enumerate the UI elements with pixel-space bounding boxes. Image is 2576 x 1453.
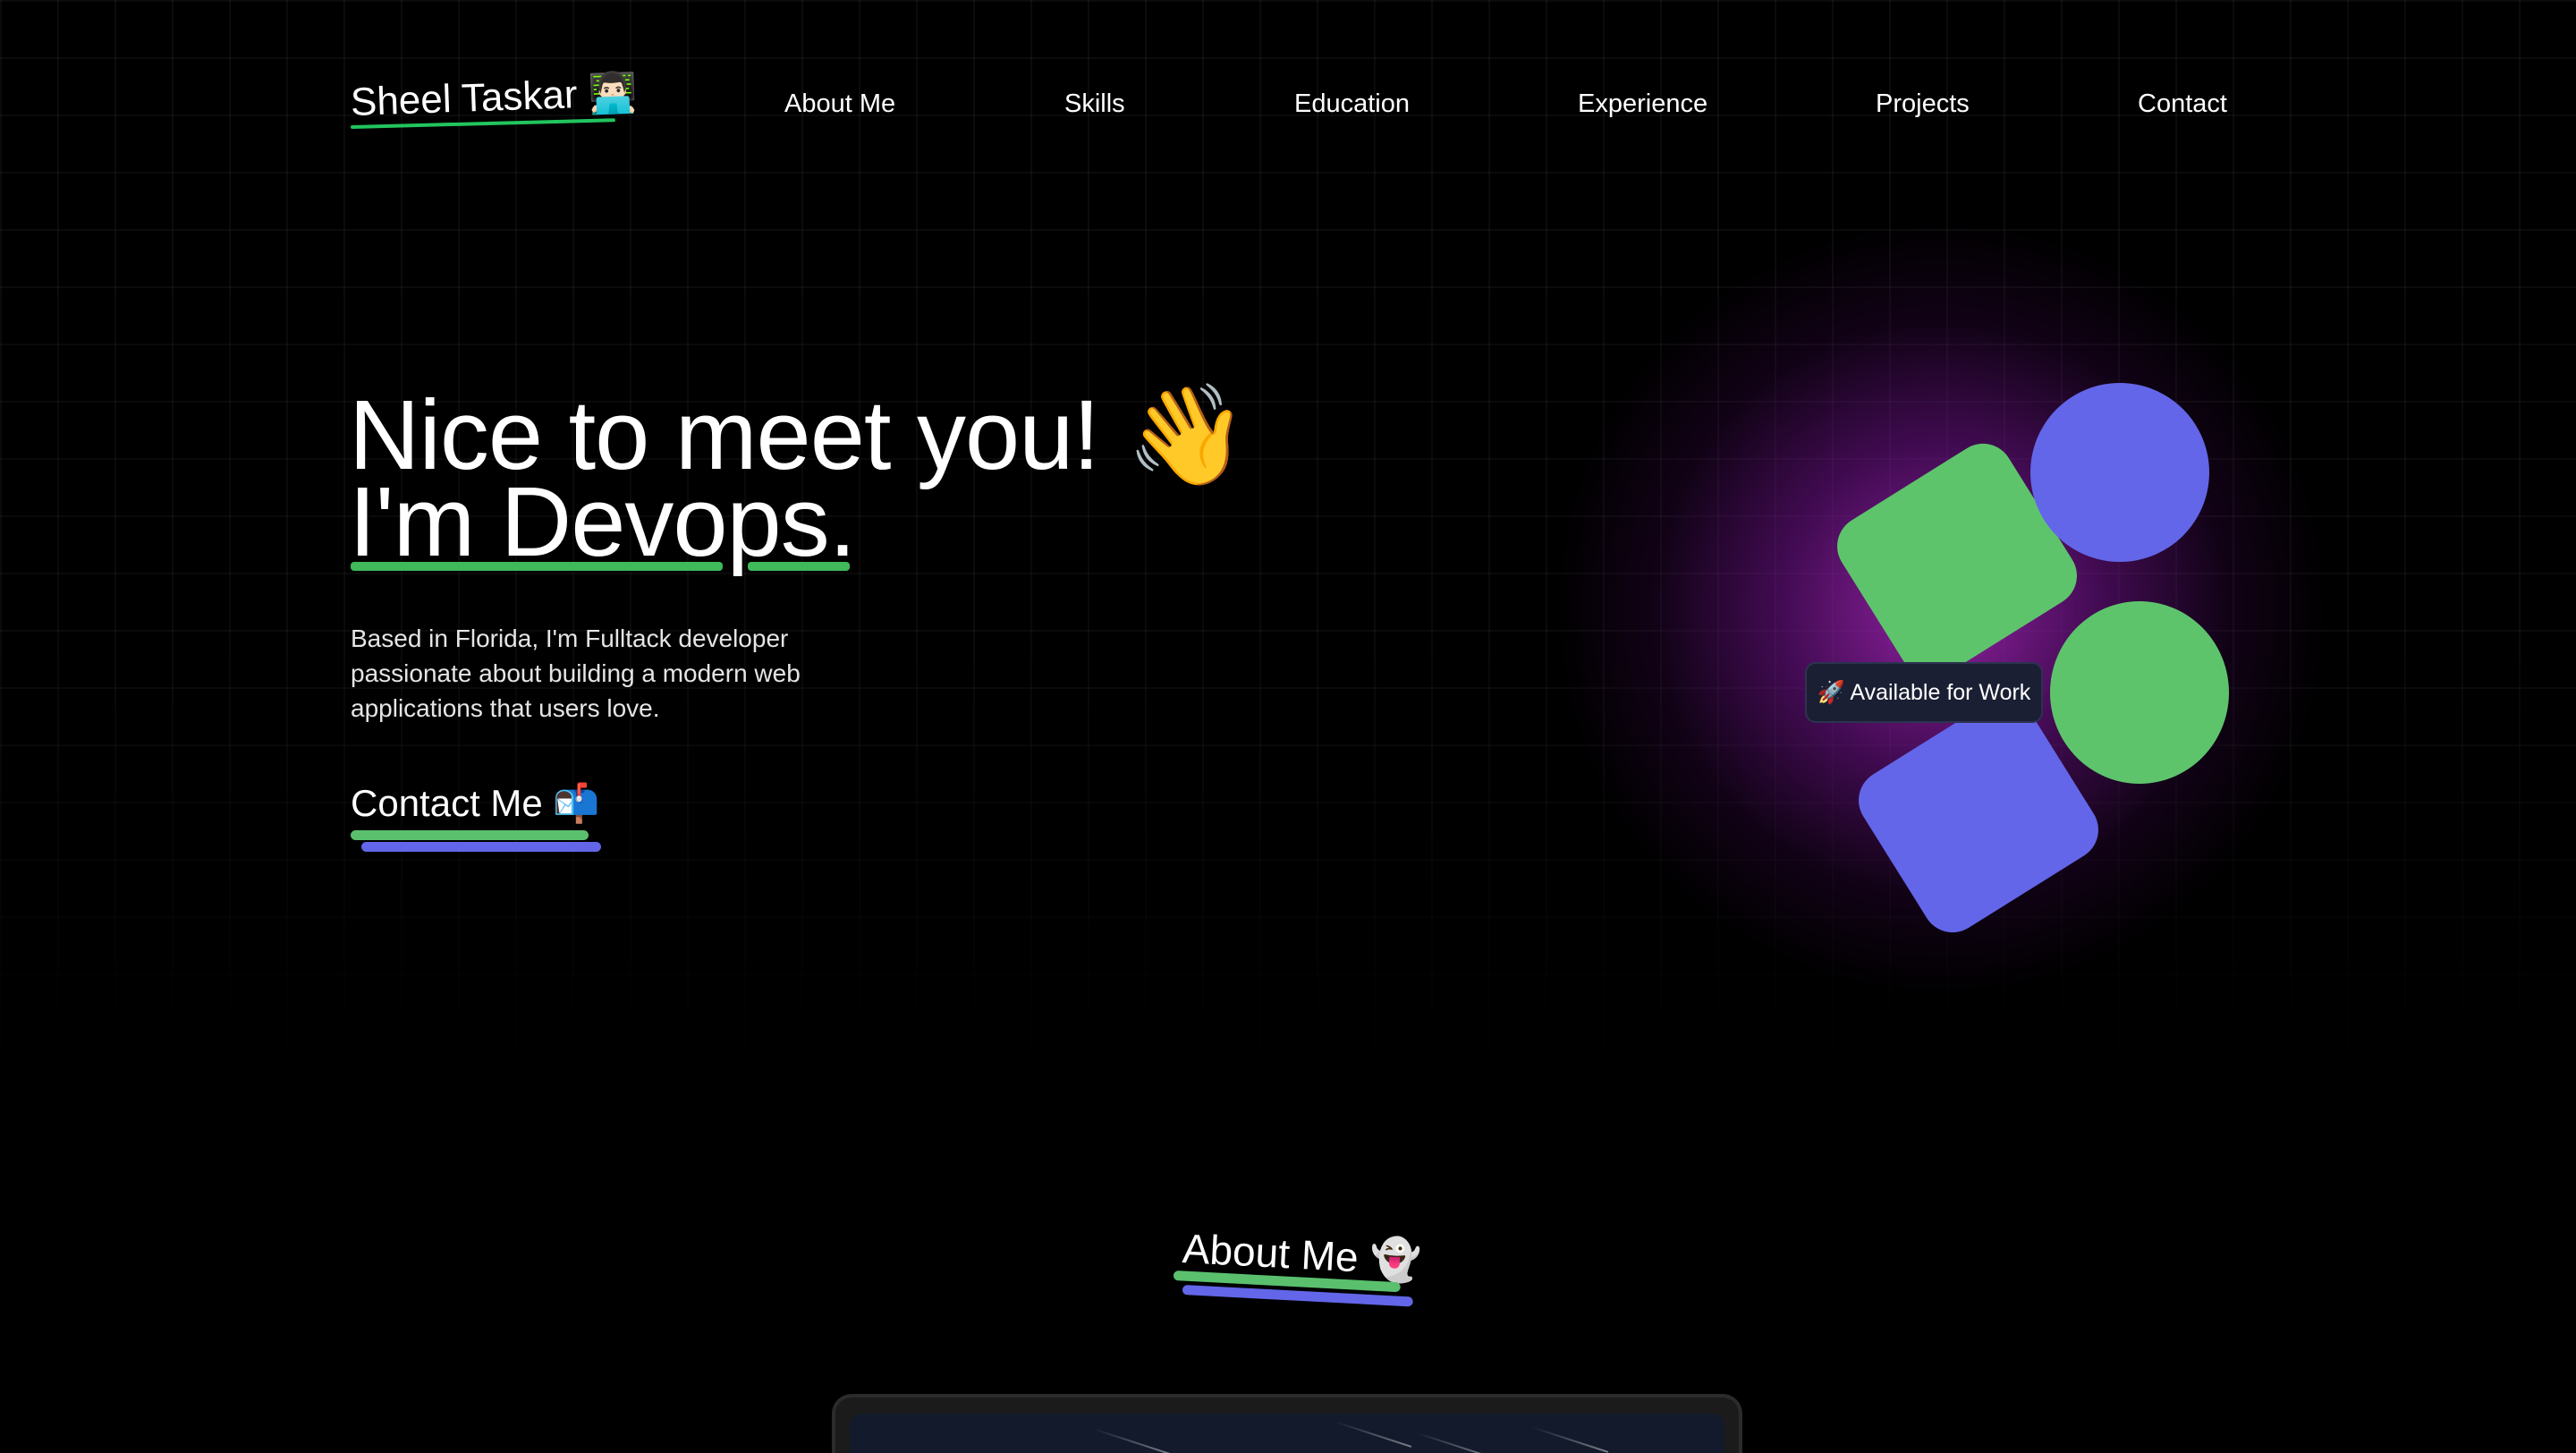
nav-link-skills[interactable]: Skills [1064, 89, 1125, 119]
contact-underline-blue [361, 842, 601, 852]
site-logo[interactable]: Sheel Taskar 👨🏻‍💻 [350, 69, 638, 125]
nav-link-projects[interactable]: Projects [1876, 89, 1970, 119]
nav-link-about-me[interactable]: About Me [784, 89, 895, 119]
star-streak [1414, 1432, 1493, 1453]
contact-me-button[interactable]: Contact Me 📬 [351, 782, 600, 826]
portfolio-page: Sheel Taskar 👨🏻‍💻 About Me Skills Educat… [0, 0, 2576, 1453]
nav-link-education[interactable]: Education [1294, 89, 1410, 119]
nav-link-contact[interactable]: Contact [2138, 89, 2227, 119]
laptop-screen [850, 1414, 1724, 1453]
contact-underline-green [351, 830, 589, 840]
hero-description: Based in Florida, I'm Fulltack developer… [351, 625, 801, 722]
green-circle-shape [2050, 601, 2229, 784]
star-streak [1530, 1426, 1609, 1453]
hero-underline-left [351, 562, 723, 571]
blue-circle-shape [2030, 383, 2209, 562]
star-streak [1092, 1428, 1171, 1453]
nav-link-experience[interactable]: Experience [1578, 89, 1707, 119]
top-nav: Sheel Taskar 👨🏻‍💻 About Me Skills Educat… [0, 0, 2576, 179]
available-for-work-badge: 🚀 Available for Work [1805, 662, 2043, 723]
star-streak [1334, 1421, 1412, 1448]
hero-underline-right [748, 562, 850, 571]
